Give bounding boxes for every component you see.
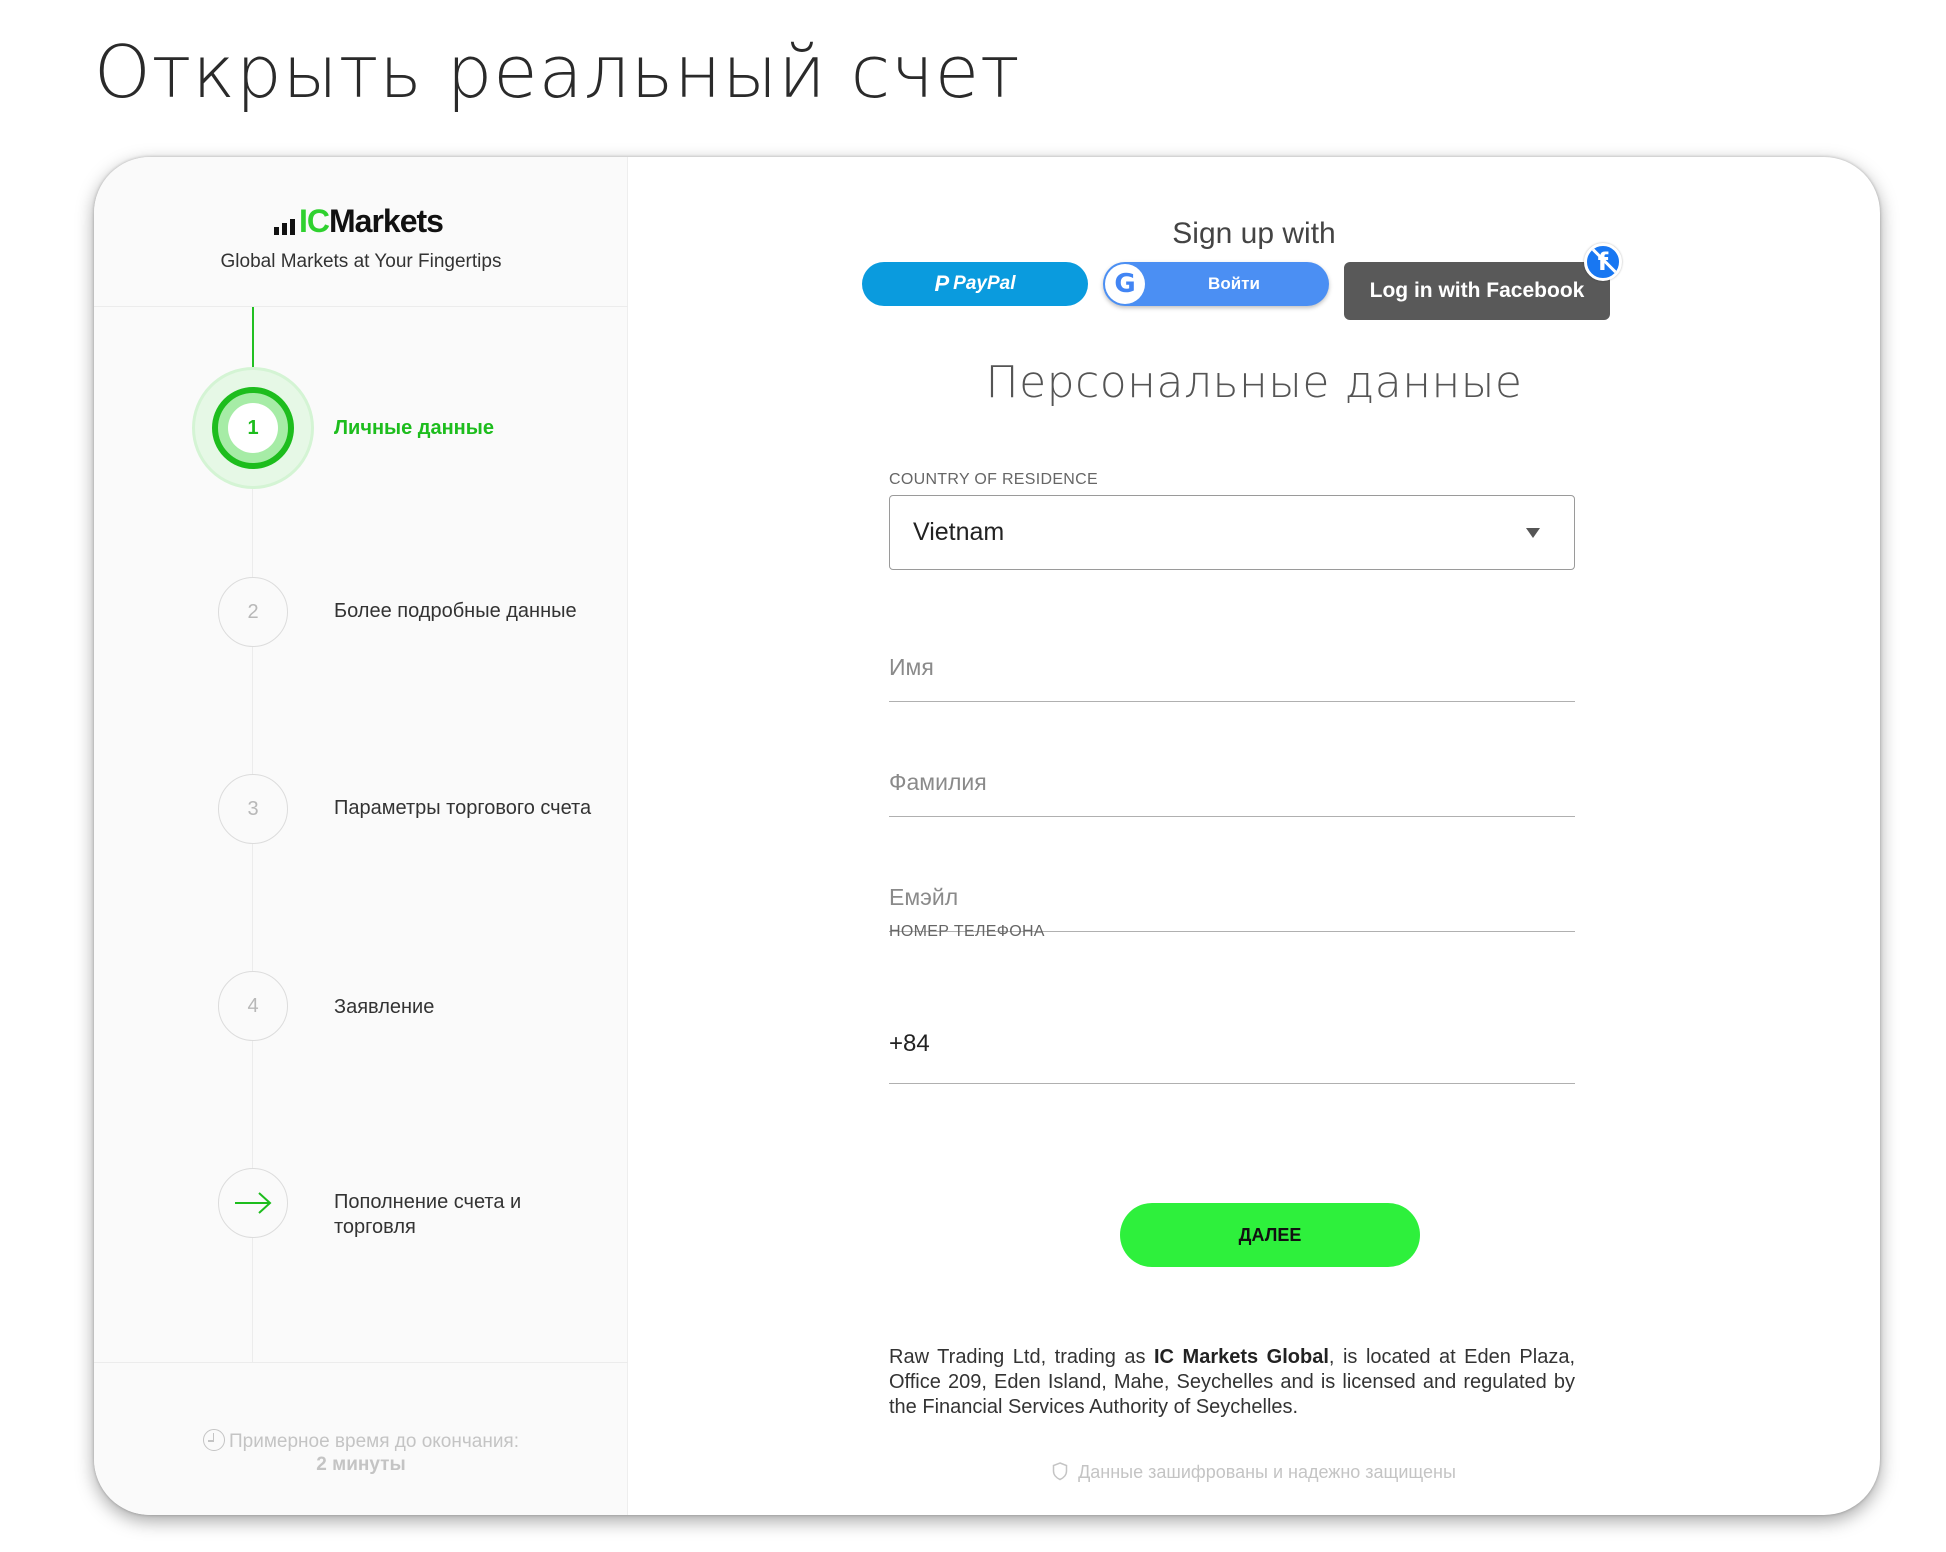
email-placeholder: Емэйл xyxy=(889,884,959,910)
shield-icon xyxy=(1052,1462,1068,1481)
step-label: Личные данные xyxy=(334,417,494,439)
step-number: 1 xyxy=(228,403,278,453)
first-name-placeholder: Имя xyxy=(889,654,934,680)
eta-label: Примерное время до окончания: xyxy=(228,1431,520,1452)
last-name-field[interactable]: Фамилия xyxy=(889,747,1575,817)
email-field[interactable]: Емэйл xyxy=(889,862,1575,932)
form-panel: Sign up with P PayPal G Войти Log in wit… xyxy=(628,157,1880,1515)
signup-title: Sign up with xyxy=(1172,217,1336,250)
clock-icon xyxy=(202,1429,225,1451)
step-number: 4 xyxy=(218,971,288,1041)
arrow-right-icon xyxy=(218,1168,288,1238)
brand-header: IC Markets Global Markets at Your Finger… xyxy=(94,157,628,307)
page-title: Открыть реальный счет xyxy=(94,30,1021,114)
step-label: Параметры торгового счета xyxy=(334,797,592,819)
section-title: Персональные данные xyxy=(985,357,1523,408)
paypal-icon: P xyxy=(934,271,950,296)
legal-company: IC Markets Global xyxy=(1154,1346,1329,1368)
logo-markets-text: Markets xyxy=(329,203,444,239)
first-name-field[interactable]: Имя xyxy=(889,632,1575,702)
facebook-login-button[interactable]: Log in with Facebook xyxy=(1344,262,1610,320)
security-note: Данные зашифрованы и надежно защищены xyxy=(628,1462,1880,1483)
google-icon: G xyxy=(1105,264,1145,304)
google-label: Войти xyxy=(1208,274,1260,293)
step-label: Пополнение счета и торговля xyxy=(334,1191,522,1238)
brand-tagline: Global Markets at Your Fingertips xyxy=(220,251,502,272)
logo-ic-text: IC xyxy=(299,203,330,239)
country-label: COUNTRY OF RESIDENCE xyxy=(889,471,1098,488)
phone-field[interactable]: +84 xyxy=(889,1012,1575,1084)
phone-label: НОМЕР ТЕЛЕФОНА xyxy=(889,923,1045,940)
eta-value: 2 минуты xyxy=(316,1454,406,1475)
paypal-button[interactable]: P PayPal xyxy=(862,262,1088,306)
logo-bars-icon xyxy=(274,213,295,239)
step-number: 2 xyxy=(218,577,288,647)
last-name-placeholder: Фамилия xyxy=(889,769,987,795)
legal-disclaimer: Raw Trading Ltd, trading as IC Markets G… xyxy=(889,1345,1575,1420)
legal-prefix: Raw Trading Ltd, trading as xyxy=(889,1346,1154,1368)
steps-sidebar: IC Markets Global Markets at Your Finger… xyxy=(94,157,628,1515)
step-label: Заявление xyxy=(334,996,435,1018)
step-label: Более подробные данные xyxy=(334,600,577,622)
eta-footer: Примерное время до окончания: 2 минуты xyxy=(94,1362,628,1515)
paypal-label: PayPal xyxy=(953,273,1016,294)
registration-card: IC Markets Global Markets at Your Finger… xyxy=(94,157,1880,1515)
country-select[interactable]: Vietnam xyxy=(889,495,1575,570)
facebook-blocked-icon: f xyxy=(1584,243,1622,281)
phone-value: +84 xyxy=(889,1030,930,1057)
country-value: Vietnam xyxy=(913,518,1005,546)
next-button[interactable]: ДАЛЕЕ xyxy=(1120,1203,1420,1267)
security-note-text: Данные зашифрованы и надежно защищены xyxy=(1078,1462,1456,1482)
chevron-down-icon xyxy=(1526,528,1540,538)
ic-markets-logo: IC Markets xyxy=(274,199,444,239)
step-number: 3 xyxy=(218,774,288,844)
google-signin-button[interactable]: G Войти xyxy=(1103,262,1329,306)
